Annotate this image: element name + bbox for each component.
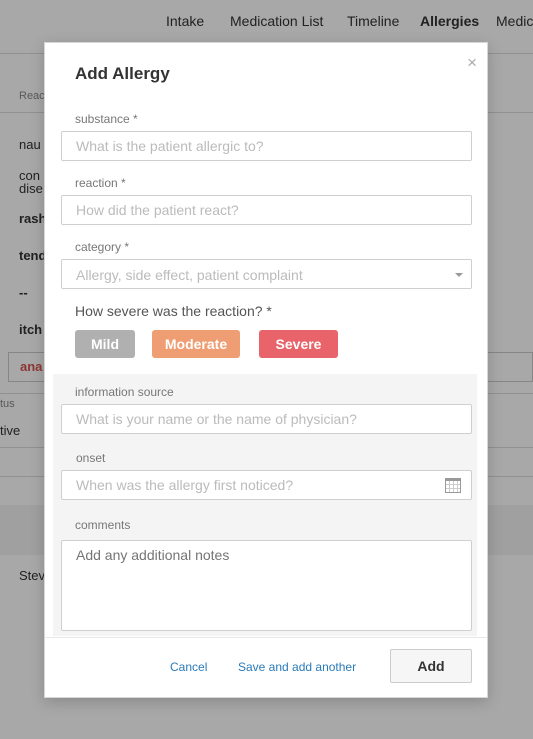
onset-placeholder: When was the allergy first noticed? <box>76 477 294 493</box>
severity-mild-button[interactable]: Mild <box>75 330 135 358</box>
comments-textarea[interactable] <box>61 540 472 631</box>
reaction-input[interactable] <box>61 195 472 225</box>
substance-label: substance * <box>75 112 138 126</box>
chevron-down-icon <box>455 273 463 277</box>
category-label: category * <box>75 240 130 254</box>
category-select[interactable]: Allergy, side effect, patient complaint <box>61 259 472 289</box>
severity-severe-button[interactable]: Severe <box>259 330 338 358</box>
category-placeholder: Allergy, side effect, patient complaint <box>76 267 303 283</box>
cancel-button[interactable]: Cancel <box>170 660 207 674</box>
add-button[interactable]: Add <box>390 649 472 683</box>
onset-label: onset <box>76 451 106 465</box>
substance-input[interactable] <box>61 131 472 161</box>
severity-question: How severe was the reaction? * <box>75 303 272 319</box>
modal-title: Add Allergy <box>75 64 170 83</box>
severity-moderate-button[interactable]: Moderate <box>152 330 240 358</box>
comments-label: comments <box>75 518 131 532</box>
onset-input[interactable]: When was the allergy first noticed? <box>61 470 472 500</box>
information-source-input[interactable] <box>61 404 472 434</box>
save-and-add-another-button[interactable]: Save and add another <box>238 660 356 674</box>
add-allergy-modal: Add Allergy × substance * reaction * cat… <box>44 42 488 698</box>
close-icon[interactable]: × <box>467 54 477 71</box>
calendar-icon[interactable] <box>445 478 461 493</box>
information-source-label: information source <box>75 385 174 399</box>
footer-divider <box>45 637 487 638</box>
reaction-label: reaction * <box>75 176 126 190</box>
